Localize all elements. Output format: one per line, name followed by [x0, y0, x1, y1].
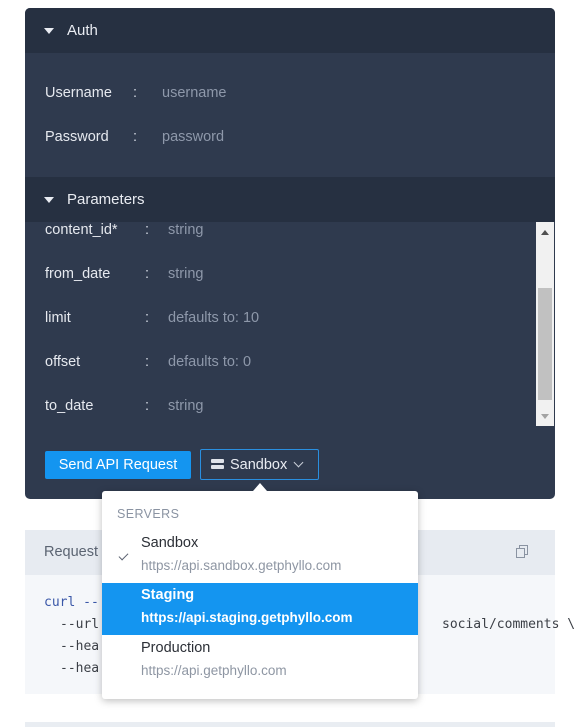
- code-line: --url: [60, 617, 100, 632]
- param-row: offset : defaults to: 0: [25, 350, 535, 374]
- param-value-input[interactable]: string: [168, 398, 203, 414]
- param-colon: :: [145, 222, 150, 238]
- param-colon: :: [145, 354, 150, 370]
- auth-section-header[interactable]: Auth: [25, 8, 555, 53]
- param-row: content_id* : string: [25, 218, 535, 242]
- param-colon: :: [145, 266, 150, 282]
- check-icon: [118, 550, 129, 561]
- code-line: curl --: [44, 595, 99, 610]
- scroll-up-arrow-icon[interactable]: [536, 224, 554, 240]
- param-value-input[interactable]: defaults to: 10: [168, 310, 259, 326]
- copy-icon[interactable]: [516, 545, 528, 558]
- param-colon: :: [145, 310, 150, 326]
- param-name: limit: [45, 310, 71, 326]
- password-colon: :: [133, 129, 138, 145]
- param-name: to_date: [45, 398, 94, 414]
- username-colon: :: [133, 85, 138, 101]
- divider: [25, 722, 555, 727]
- parameters-section-header[interactable]: Parameters: [25, 177, 555, 222]
- username-label: Username: [45, 85, 112, 101]
- collapse-triangle-icon: [44, 27, 54, 34]
- password-row: Password : password: [25, 125, 535, 149]
- server-option-url: https://api.staging.getphyllo.com: [141, 610, 353, 625]
- username-row: Username : username: [25, 81, 535, 105]
- parameters-section-title: Parameters: [67, 191, 145, 208]
- dropdown-header: SERVERS: [117, 507, 180, 521]
- server-option-name: Sandbox: [141, 535, 199, 551]
- dropdown-pointer: [253, 483, 267, 491]
- param-name: from_date: [45, 266, 111, 282]
- auth-section-title: Auth: [67, 22, 98, 39]
- param-row: from_date : string: [25, 262, 535, 286]
- server-option-production[interactable]: Production https://api.getphyllo.com: [102, 636, 418, 688]
- server-option-staging[interactable]: Staging https://api.staging.getphyllo.co…: [102, 583, 418, 635]
- scrollbar-thumb[interactable]: [538, 288, 552, 400]
- password-input[interactable]: password: [162, 129, 224, 145]
- request-title: Request: [44, 544, 99, 560]
- chevron-down-icon: [293, 457, 304, 468]
- password-label: Password: [45, 129, 109, 145]
- param-value-input[interactable]: defaults to: 0: [168, 354, 251, 370]
- param-name: offset: [45, 354, 81, 370]
- scroll-down-arrow-icon[interactable]: [536, 408, 554, 424]
- server-option-url: https://api.sandbox.getphyllo.com: [141, 558, 342, 573]
- param-value-input[interactable]: string: [168, 222, 203, 238]
- server-option-sandbox[interactable]: Sandbox https://api.sandbox.getphyllo.co…: [102, 531, 418, 583]
- collapse-triangle-icon: [44, 196, 54, 203]
- send-api-request-button[interactable]: Send API Request: [45, 451, 191, 479]
- param-row: to_date : string: [25, 394, 535, 418]
- server-select-label: Sandbox: [230, 456, 288, 473]
- code-line: --hea: [60, 639, 100, 654]
- api-console-panel: Auth Username : username Password : pass…: [25, 8, 555, 499]
- server-select-button[interactable]: Sandbox: [200, 449, 319, 480]
- code-line: --hea: [60, 661, 100, 676]
- param-name: content_id*: [45, 222, 118, 238]
- server-option-url: https://api.getphyllo.com: [141, 663, 287, 678]
- param-value-input[interactable]: string: [168, 266, 203, 282]
- parameters-scrollbar[interactable]: [536, 222, 554, 426]
- param-colon: :: [145, 398, 150, 414]
- server-option-name: Staging: [141, 587, 195, 603]
- param-row: limit : defaults to: 10: [25, 306, 535, 330]
- server-dropdown-menu: SERVERS Sandbox https://api.sandbox.getp…: [102, 491, 418, 699]
- server-option-name: Production: [141, 640, 211, 656]
- code-line: social/comments \: [442, 617, 576, 632]
- username-input[interactable]: username: [162, 85, 226, 101]
- server-icon: [211, 459, 224, 470]
